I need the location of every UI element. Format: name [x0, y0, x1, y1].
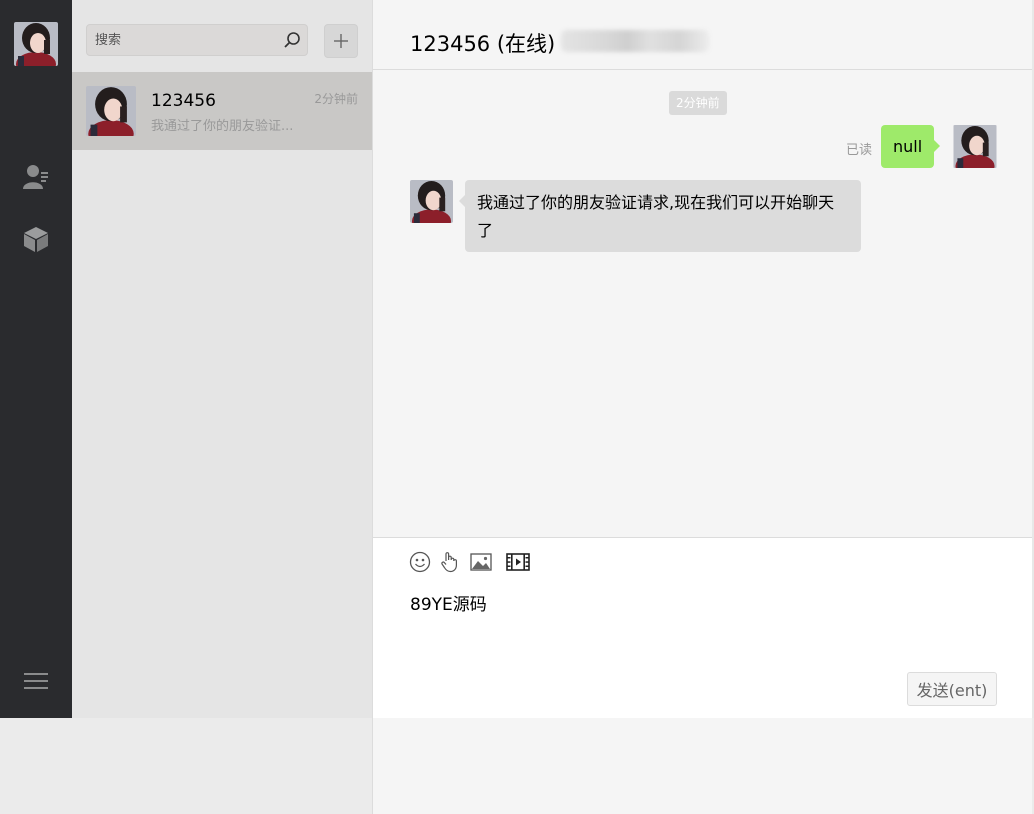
plus-icon [334, 34, 348, 48]
search-box [86, 24, 308, 56]
my-avatar[interactable] [14, 22, 58, 66]
time-separator: 2分钟前 [669, 91, 727, 115]
video-icon[interactable] [506, 550, 530, 574]
conversation-item[interactable]: 123456 2分钟前 我通过了你的朋友验证... [72, 72, 372, 150]
conversation-list-panel: 123456 2分钟前 我通过了你的朋友验证... [72, 0, 372, 718]
composer: 89YE源码 发送(ent) [373, 537, 1032, 718]
cube-icon[interactable] [20, 223, 52, 255]
message-bubble-self: null [881, 125, 941, 168]
emoji-icon[interactable] [408, 550, 432, 574]
contact-avatar[interactable] [410, 180, 453, 223]
search-icon[interactable] [283, 31, 301, 49]
chat-title: 123456 (在线) [410, 32, 556, 56]
conversation-preview: 我通过了你的朋友验证... [151, 119, 294, 134]
conversation-name: 123456 [151, 91, 216, 111]
message-input[interactable]: 89YE源码 [410, 590, 990, 670]
contact-avatar [86, 86, 136, 136]
menu-icon[interactable] [20, 665, 52, 697]
read-status: 已读 [846, 143, 873, 158]
search-input[interactable] [87, 25, 285, 55]
self-avatar[interactable] [953, 125, 997, 168]
contacts-icon[interactable] [20, 160, 52, 192]
add-button[interactable] [324, 24, 358, 58]
chat-header: 123456 (在线) [373, 0, 1032, 70]
message-bubble-contact: 我通过了你的朋友验证请求,现在我们可以开始聊天了 [459, 180, 861, 252]
blurred-area [561, 30, 709, 52]
image-icon[interactable] [469, 550, 493, 574]
chat-panel: 123456 (在线) 2分钟前 已读 null 我通过了你的朋友验证请求,现在… [372, 0, 1032, 718]
chat-app: 123456 2分钟前 我通过了你的朋友验证... 123456 (在线) 2分… [0, 0, 1034, 814]
nav-rail [0, 0, 1032, 814]
conversation-time: 2分钟前 [314, 92, 358, 106]
send-button[interactable]: 发送(ent) [907, 672, 997, 706]
shake-hand-icon[interactable] [437, 550, 461, 574]
